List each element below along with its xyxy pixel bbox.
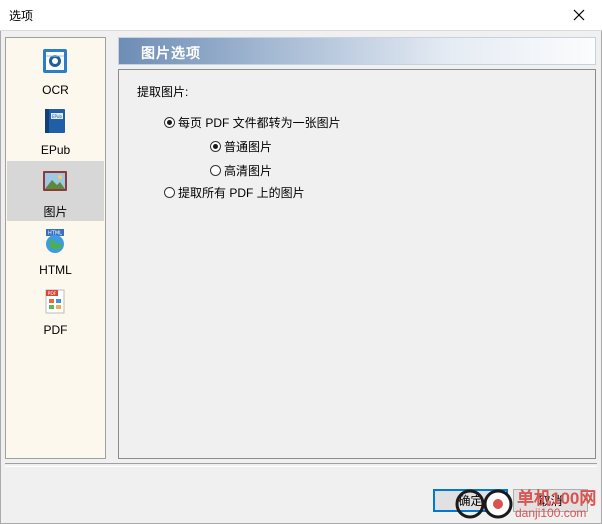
radio-label: 每页 PDF 文件都转为一张图片 — [178, 116, 341, 130]
radio-button[interactable] — [210, 165, 221, 176]
image-icon — [43, 171, 67, 191]
epub-book-icon: EPub — [45, 109, 65, 133]
radio-label: 高清图片 — [224, 164, 273, 178]
radio-button-checked[interactable] — [210, 141, 221, 152]
radio-label: 普通图片 — [224, 140, 273, 154]
sidebar-item-html[interactable]: HTML HTML — [7, 221, 104, 281]
svg-text:EPub: EPub — [52, 114, 62, 119]
radio-hd-image[interactable]: 高清图片 — [210, 162, 272, 179]
window-title: 选项 — [9, 9, 34, 23]
radio-normal-image[interactable]: 普通图片 — [210, 138, 272, 155]
footer-separator — [5, 463, 597, 467]
options-sidebar: OCR EPub EPub 图片 HTML HTML PDF PDF — [5, 37, 106, 459]
radio-button-checked[interactable] — [164, 117, 175, 128]
ocr-icon — [43, 49, 67, 73]
title-bar: 选项 — [0, 0, 602, 31]
svg-text:PDF: PDF — [48, 291, 57, 297]
watermark: 单机100网 danji100.com — [455, 484, 602, 524]
sidebar-item-image[interactable]: 图片 — [7, 161, 104, 221]
extract-images-label: 提取图片: — [137, 85, 189, 99]
section-header: 图片选项 — [118, 37, 596, 65]
sidebar-item-label: PDF — [43, 323, 68, 337]
watermark-url: danji100.com — [515, 506, 587, 520]
html-globe-icon: HTML — [46, 229, 64, 253]
radio-extract-all[interactable]: 提取所有 PDF 上的图片 — [164, 184, 305, 201]
section-title: 图片选项 — [141, 45, 201, 61]
close-icon — [573, 9, 585, 21]
sidebar-item-label: OCR — [42, 83, 69, 97]
watermark-logo-icon — [455, 489, 513, 519]
close-button[interactable] — [556, 0, 602, 30]
pdf-document-icon: PDF — [45, 289, 65, 314]
sidebar-item-label: EPub — [40, 143, 71, 157]
radio-label: 提取所有 PDF 上的图片 — [178, 186, 305, 200]
sidebar-item-epub[interactable]: EPub EPub — [7, 101, 104, 161]
options-content: 图片选项 提取图片: 每页 PDF 文件都转为一张图片 普通图片 高清图片 提取… — [118, 37, 596, 459]
sidebar-item-ocr[interactable]: OCR — [7, 41, 104, 101]
sidebar-item-label: 图片 — [43, 205, 68, 219]
sidebar-item-label: HTML — [39, 263, 72, 277]
radio-button[interactable] — [164, 187, 175, 198]
sidebar-item-pdf[interactable]: PDF PDF — [7, 281, 104, 341]
options-panel: 提取图片: 每页 PDF 文件都转为一张图片 普通图片 高清图片 提取所有 PD… — [118, 69, 596, 459]
radio-convert-each-page[interactable]: 每页 PDF 文件都转为一张图片 — [164, 114, 341, 131]
